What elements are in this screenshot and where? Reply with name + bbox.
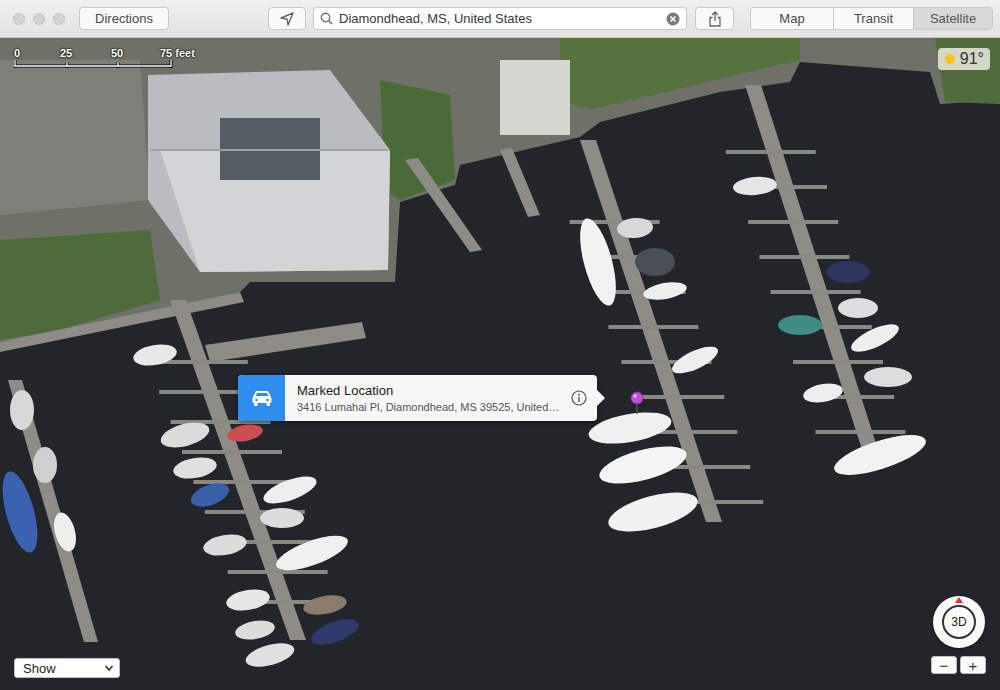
- scale-line-icon: [14, 47, 184, 71]
- car-icon: [250, 389, 274, 407]
- zoom-controls: −+: [931, 656, 986, 674]
- scale-label: 75 feet: [160, 47, 195, 59]
- callout-address: 3416 Lumahai Pl, Diamondhead, MS 39525, …: [297, 401, 559, 413]
- share-button[interactable]: [695, 7, 734, 30]
- clear-icon[interactable]: [666, 12, 680, 26]
- search-value[interactable]: Diamondhead, MS, United States: [339, 11, 660, 26]
- weather-badge[interactable]: 91°: [938, 48, 990, 70]
- scale-label: 0: [14, 47, 20, 59]
- scale-label: 50: [111, 47, 123, 59]
- map-view[interactable]: 0 25 50 75 feet 91° Marked Location 3416 Lumah…: [0, 38, 1000, 690]
- zoom-out-button[interactable]: −: [931, 656, 957, 674]
- chevron-down-icon: [104, 664, 114, 672]
- north-indicator-icon: [955, 597, 963, 603]
- view-switcher: MapTransitSatellite: [750, 7, 993, 30]
- sun-icon: [944, 53, 956, 65]
- compass-button[interactable]: 3D: [933, 596, 985, 648]
- temperature: 91°: [960, 50, 984, 68]
- view-tab[interactable]: Transit: [833, 8, 913, 29]
- window-controls: [13, 13, 65, 25]
- location-callout[interactable]: Marked Location 3416 Lumahai Pl, Diamondh…: [238, 375, 597, 421]
- share-icon: [708, 11, 722, 27]
- location-arrow-icon: [280, 12, 294, 26]
- scale-bar: 0255075 feet: [14, 47, 184, 71]
- minimize-button[interactable]: [33, 13, 45, 25]
- close-button[interactable]: [13, 13, 25, 25]
- directions-button[interactable]: Directions: [79, 7, 169, 30]
- car-badge: [238, 375, 285, 421]
- scale-label: 25: [60, 47, 72, 59]
- view-tab[interactable]: Satellite: [913, 8, 992, 29]
- map-pin[interactable]: [630, 391, 646, 419]
- show-value[interactable]: Show: [23, 661, 56, 676]
- magnifier-icon: [320, 12, 333, 25]
- callout-text: Marked Location 3416 Lumahai Pl, Diamondh…: [285, 375, 567, 421]
- compass-ring: 3D: [942, 605, 976, 639]
- callout-title: Marked Location: [297, 383, 559, 398]
- info-icon[interactable]: [571, 390, 587, 406]
- search-field[interactable]: Diamondhead, MS, United States: [313, 7, 687, 30]
- compass-label[interactable]: 3D: [951, 615, 966, 629]
- toolbar: Directions Diamondhead, MS, United States…: [0, 0, 1000, 38]
- view-tab[interactable]: Map: [751, 8, 833, 29]
- satellite-image: [0, 38, 1000, 690]
- zoom-in-button[interactable]: +: [960, 656, 986, 674]
- pin-icon[interactable]: [630, 391, 646, 415]
- zoom-button[interactable]: [53, 13, 65, 25]
- info-button[interactable]: [567, 375, 597, 421]
- show-dropdown[interactable]: Show: [14, 658, 120, 678]
- location-button[interactable]: [268, 7, 306, 30]
- callout-pointer: [597, 390, 605, 406]
